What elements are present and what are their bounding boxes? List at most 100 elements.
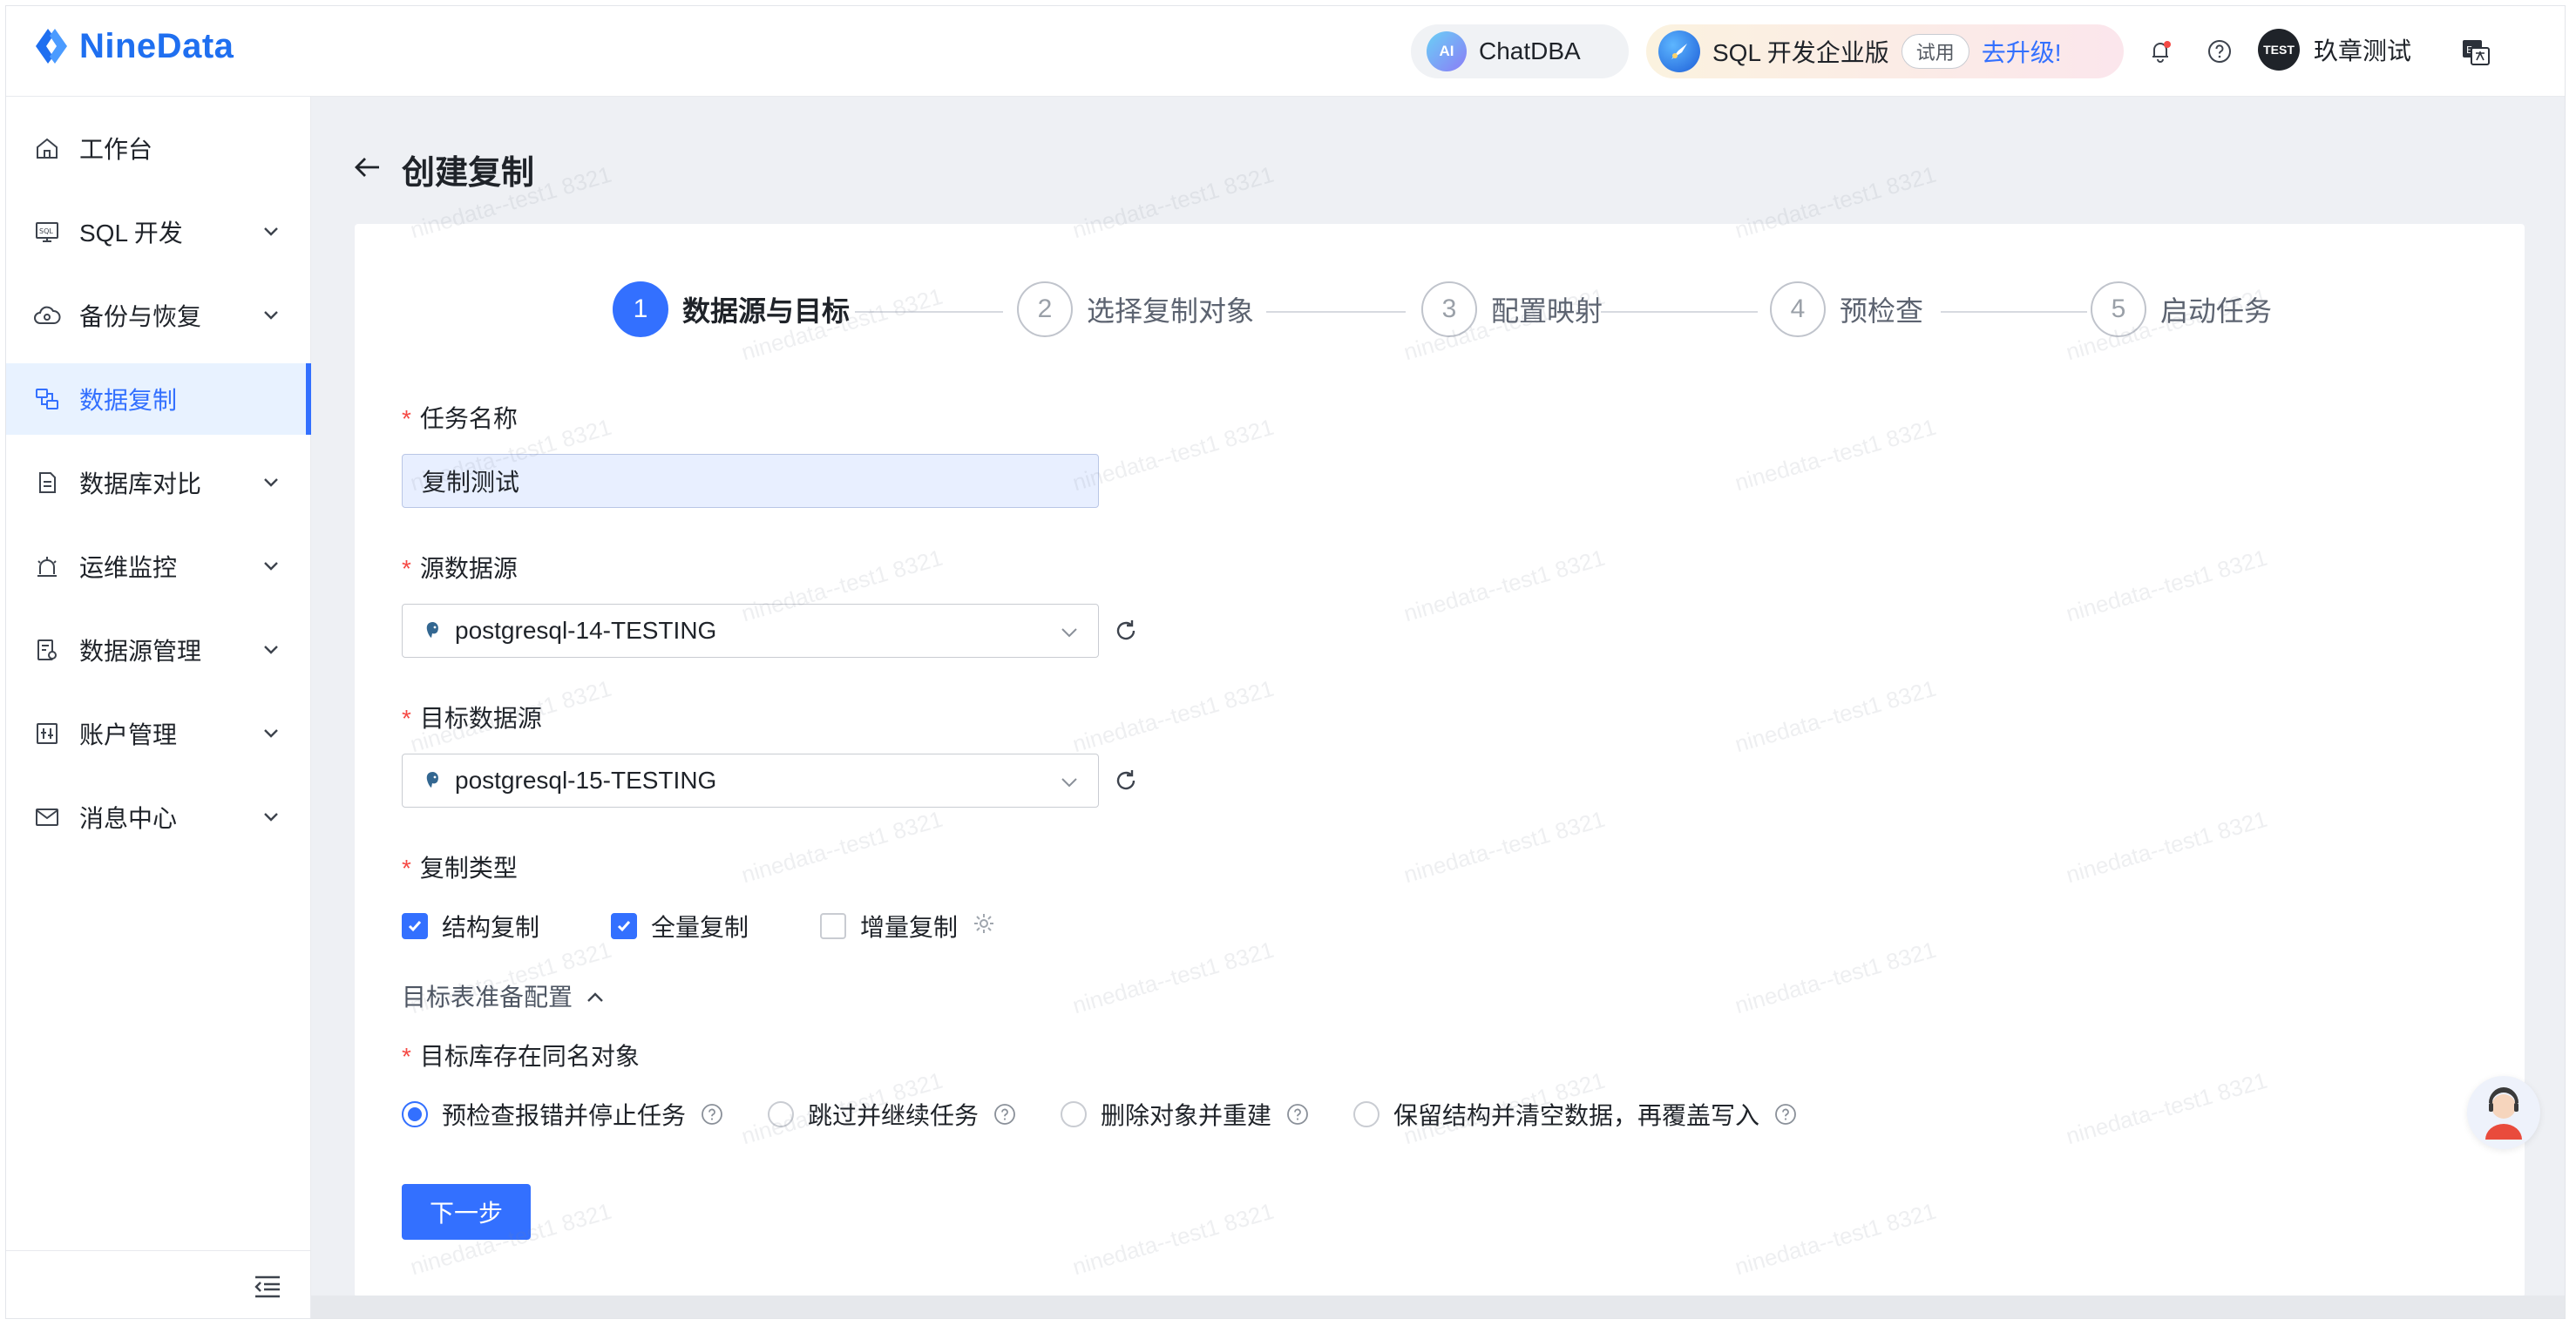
sidebar-item-replication[interactable]: 数据复制 bbox=[6, 363, 311, 435]
svg-text:SQL: SQL bbox=[39, 227, 53, 235]
step-5: 5 启动任务 bbox=[2091, 281, 2272, 337]
step-label: 预检查 bbox=[1840, 295, 1924, 327]
radio-skip-continue[interactable]: 跳过并继续任务 bbox=[768, 1097, 1017, 1132]
sidebar-item-label: SQL 开发 bbox=[79, 220, 183, 247]
sidebar-item-messages[interactable]: 消息中心 bbox=[6, 781, 311, 853]
step-label: 配置映射 bbox=[1491, 295, 1603, 327]
chevron-down-icon bbox=[254, 309, 288, 321]
watermark: ninedata--test1 8321 bbox=[1069, 674, 1277, 758]
checkbox-full[interactable]: 全量复制 bbox=[611, 909, 749, 944]
chevron-down-icon bbox=[254, 560, 288, 572]
step-connector bbox=[1266, 311, 1406, 313]
bell-icon[interactable] bbox=[2145, 36, 2176, 67]
sidebar-item-datasource[interactable]: 数据源管理 bbox=[6, 614, 311, 686]
help-icon[interactable] bbox=[2204, 36, 2235, 67]
step-number: 4 bbox=[1770, 281, 1826, 337]
checkbox-checked[interactable] bbox=[611, 913, 637, 939]
target-datasource-select[interactable]: postgresql-15-TESTING bbox=[402, 754, 1099, 808]
task-name-input[interactable]: 复制测试 bbox=[402, 454, 1099, 508]
language-icon[interactable]: En bbox=[2460, 36, 2491, 67]
label-text: 任务名称 bbox=[419, 405, 518, 432]
checkbox-unchecked[interactable] bbox=[820, 913, 846, 939]
refresh-source-icon[interactable] bbox=[1111, 616, 1141, 646]
checkbox-label: 结构复制 bbox=[442, 914, 540, 941]
radio-precheck-stop[interactable]: 预检查报错并停止任务 bbox=[402, 1097, 724, 1132]
toggle-label: 目标表准备配置 bbox=[402, 984, 573, 1011]
required-mark: * bbox=[402, 1043, 411, 1070]
page-title: 创建复制 bbox=[402, 155, 535, 192]
required-mark: * bbox=[402, 405, 411, 432]
refresh-target-icon[interactable] bbox=[1111, 766, 1141, 795]
target-prep-config-toggle[interactable]: 目标表准备配置 bbox=[402, 978, 606, 1013]
conflict-label: * 目标库存在同名对象 bbox=[402, 1038, 640, 1072]
sidebar: 工作台 SQL SQL 开发 备份与恢复 数据复制 数据库对比 运维监控 数据源… bbox=[6, 97, 311, 1318]
radio-unselected[interactable] bbox=[1353, 1101, 1380, 1127]
logo-text: NineData bbox=[79, 26, 234, 65]
sidebar-item-sql-dev[interactable]: SQL SQL 开发 bbox=[6, 196, 311, 267]
next-step-button[interactable]: 下一步 bbox=[402, 1184, 531, 1240]
sidebar-item-label: 数据复制 bbox=[79, 387, 178, 414]
target-datasource-label: * 目标数据源 bbox=[402, 700, 542, 734]
checkbox-structure[interactable]: 结构复制 bbox=[402, 909, 539, 944]
radio-label: 保留结构并清空数据，再覆盖写入 bbox=[1393, 1102, 1760, 1129]
label-text: 复制类型 bbox=[419, 855, 518, 882]
step-3: 3 配置映射 bbox=[1421, 281, 1603, 337]
postgresql-icon bbox=[422, 619, 444, 642]
sidebar-item-backup[interactable]: 备份与恢复 bbox=[6, 280, 311, 351]
step-1: 1 数据源与目标 bbox=[613, 281, 850, 337]
radio-unselected[interactable] bbox=[768, 1101, 794, 1127]
required-mark: * bbox=[402, 705, 411, 732]
collapse-sidebar-icon[interactable] bbox=[252, 1270, 283, 1302]
horizontal-scrollbar[interactable] bbox=[311, 1296, 2565, 1318]
radio-unselected[interactable] bbox=[1061, 1101, 1087, 1127]
checkbox-label: 增量复制 bbox=[860, 914, 959, 941]
step-number: 3 bbox=[1421, 281, 1477, 337]
alarm-icon bbox=[32, 551, 62, 581]
step-label: 选择复制对象 bbox=[1087, 295, 1255, 327]
upgrade-link[interactable]: 去升级! bbox=[1982, 34, 2062, 69]
step-indicator: 1 数据源与目标 2 选择复制对象 3 配置映射 4 预检查 5 启动任务 bbox=[355, 224, 2525, 398]
radio-label: 删除对象并重建 bbox=[1101, 1102, 1272, 1129]
source-datasource-label: * 源数据源 bbox=[402, 550, 518, 585]
step-label: 数据源与目标 bbox=[682, 295, 851, 327]
step-number: 5 bbox=[2091, 281, 2146, 337]
sidebar-item-workbench[interactable]: 工作台 bbox=[6, 112, 311, 184]
help-icon[interactable] bbox=[993, 1102, 1017, 1126]
back-arrow-icon[interactable] bbox=[353, 152, 383, 186]
compare-icon bbox=[32, 468, 62, 497]
rocket-globe-icon bbox=[1658, 30, 1700, 72]
step-4: 4 预检查 bbox=[1770, 281, 1923, 337]
radio-label: 预检查报错并停止任务 bbox=[442, 1102, 687, 1129]
watermark: ninedata--test1 8321 bbox=[1732, 674, 1939, 758]
source-datasource-select[interactable]: postgresql-14-TESTING bbox=[402, 604, 1099, 658]
task-name-value: 复制测试 bbox=[422, 469, 520, 496]
account-icon bbox=[32, 719, 62, 748]
watermark: ninedata--test1 8321 bbox=[1732, 1197, 1939, 1281]
radio-selected[interactable] bbox=[402, 1101, 428, 1127]
sidebar-item-label: 工作台 bbox=[79, 136, 153, 163]
user-menu[interactable]: TEST 玖章测试 bbox=[2258, 29, 2411, 71]
checkbox-incremental[interactable]: 增量复制 bbox=[820, 909, 996, 944]
top-header: NineData AI ChatDBA SQL 开发企业版 试用 去升级! TE… bbox=[6, 6, 2565, 97]
radio-keep-truncate[interactable]: 保留结构并清空数据，再覆盖写入 bbox=[1353, 1097, 1798, 1132]
sidebar-item-account[interactable]: 账户管理 bbox=[6, 698, 311, 769]
checkbox-checked[interactable] bbox=[402, 913, 428, 939]
sidebar-item-label: 运维监控 bbox=[79, 554, 178, 581]
step-number: 2 bbox=[1017, 281, 1073, 337]
ninedata-logo[interactable]: NineData bbox=[31, 25, 234, 67]
edition-label: SQL 开发企业版 bbox=[1712, 39, 1889, 66]
chatdba-button[interactable]: AI ChatDBA bbox=[1411, 24, 1629, 78]
sidebar-item-monitoring[interactable]: 运维监控 bbox=[6, 531, 311, 602]
sidebar-item-db-compare[interactable]: 数据库对比 bbox=[6, 447, 311, 518]
logo-icon bbox=[36, 29, 67, 64]
gear-icon[interactable] bbox=[972, 911, 996, 942]
help-icon[interactable] bbox=[700, 1102, 724, 1126]
required-mark: * bbox=[402, 855, 411, 882]
radio-drop-recreate[interactable]: 删除对象并重建 bbox=[1061, 1097, 1310, 1132]
step-connector bbox=[1941, 311, 2087, 313]
help-icon[interactable] bbox=[1773, 1102, 1798, 1126]
customer-service-icon[interactable] bbox=[2467, 1076, 2540, 1149]
watermark: ninedata--test1 8321 bbox=[2063, 544, 2270, 627]
help-icon[interactable] bbox=[1285, 1102, 1310, 1126]
edition-banner[interactable]: SQL 开发企业版 试用 去升级! bbox=[1646, 24, 2124, 78]
